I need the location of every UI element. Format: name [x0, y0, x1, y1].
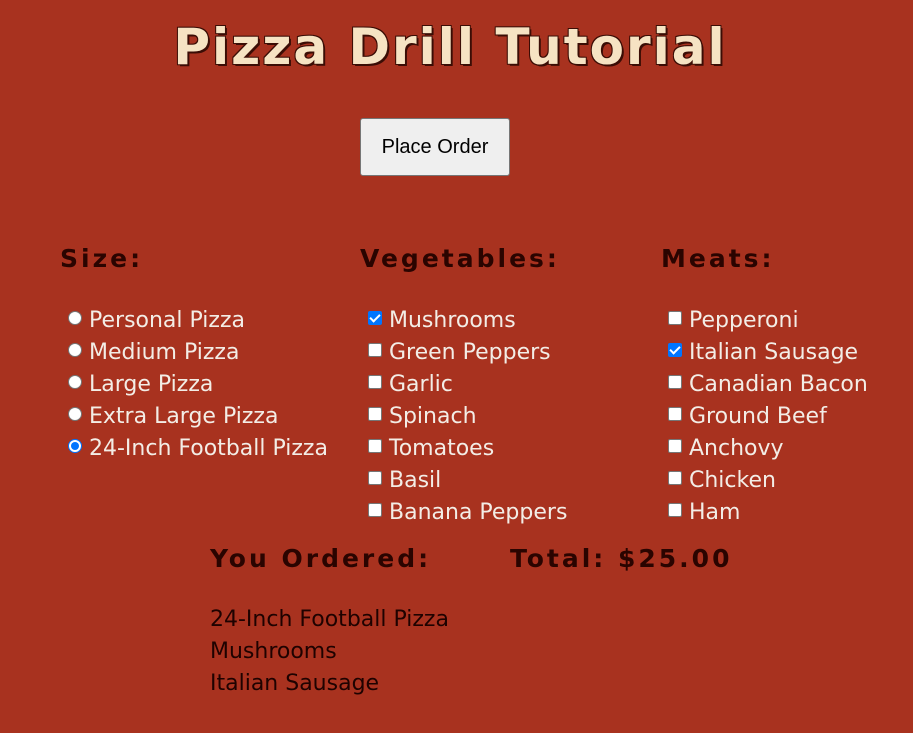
meat-option-label: Ham [689, 499, 741, 525]
checkbox[interactable] [368, 311, 382, 325]
size-option-label: Personal Pizza [89, 307, 245, 333]
ordered-items-list: 24-Inch Football Pizza Mushrooms Italian… [210, 604, 449, 700]
vegetable-option-label: Tomatoes [389, 435, 495, 461]
checkbox[interactable] [668, 375, 682, 389]
meat-option[interactable]: Pepperoni [668, 304, 868, 336]
meat-option-label: Ground Beef [689, 403, 827, 429]
meat-options: Pepperoni Italian Sausage Canadian Bacon… [668, 304, 868, 528]
vegetable-option[interactable]: Spinach [368, 400, 567, 432]
ordered-item: Mushrooms [210, 639, 337, 664]
size-option[interactable]: 24-Inch Football Pizza [68, 432, 328, 464]
radio-button[interactable] [68, 375, 82, 389]
size-options: Personal Pizza Medium Pizza Large Pizza … [68, 304, 328, 464]
checkbox[interactable] [368, 375, 382, 389]
checkbox[interactable] [368, 343, 382, 357]
size-option[interactable]: Extra Large Pizza [68, 400, 328, 432]
checkbox[interactable] [668, 503, 682, 517]
vegetable-option[interactable]: Basil [368, 464, 567, 496]
vegetable-option[interactable]: Green Peppers [368, 336, 567, 368]
meat-option[interactable]: Ham [668, 496, 868, 528]
vegetable-option-label: Green Peppers [389, 339, 551, 365]
radio-button[interactable] [68, 343, 82, 357]
checkbox[interactable] [668, 311, 682, 325]
checkbox[interactable] [368, 503, 382, 517]
size-option[interactable]: Personal Pizza [68, 304, 328, 336]
radio-button[interactable] [68, 311, 82, 325]
meat-option[interactable]: Chicken [668, 464, 868, 496]
vegetable-option-label: Garlic [389, 371, 453, 397]
meat-option[interactable]: Italian Sausage [668, 336, 868, 368]
you-ordered-heading: You Ordered: [210, 544, 432, 573]
vegetable-option[interactable]: Mushrooms [368, 304, 567, 336]
size-option-label: 24-Inch Football Pizza [89, 435, 328, 461]
radio-button[interactable] [68, 407, 82, 421]
radio-button[interactable] [68, 439, 82, 453]
place-order-button[interactable]: Place Order [360, 118, 510, 176]
meat-option-label: Chicken [689, 467, 776, 493]
vegetable-option[interactable]: Tomatoes [368, 432, 567, 464]
size-option-label: Large Pizza [89, 371, 214, 397]
size-option-label: Medium Pizza [89, 339, 240, 365]
vegetable-option-label: Basil [389, 467, 442, 493]
meat-option-label: Canadian Bacon [689, 371, 868, 397]
checkbox[interactable] [668, 439, 682, 453]
vegetable-option-label: Spinach [389, 403, 477, 429]
checkbox[interactable] [668, 471, 682, 485]
meat-option[interactable]: Anchovy [668, 432, 868, 464]
meat-option-label: Anchovy [689, 435, 784, 461]
checkbox[interactable] [668, 407, 682, 421]
vegetable-option[interactable]: Garlic [368, 368, 567, 400]
meat-option-label: Italian Sausage [689, 339, 859, 365]
size-option[interactable]: Medium Pizza [68, 336, 328, 368]
meat-option[interactable]: Ground Beef [668, 400, 868, 432]
checkbox[interactable] [668, 343, 682, 357]
checkbox[interactable] [368, 439, 382, 453]
size-heading: Size: [60, 244, 144, 273]
vegetable-options: Mushrooms Green Peppers Garlic Spinach T… [368, 304, 567, 528]
checkbox[interactable] [368, 407, 382, 421]
meat-option[interactable]: Canadian Bacon [668, 368, 868, 400]
ordered-item: Italian Sausage [210, 671, 380, 696]
vegetable-option-label: Mushrooms [389, 307, 516, 333]
meats-heading: Meats: [661, 244, 775, 273]
meat-option-label: Pepperoni [689, 307, 799, 333]
vegetable-option-label: Banana Peppers [389, 499, 568, 525]
ordered-item: 24-Inch Football Pizza [210, 607, 449, 632]
size-option[interactable]: Large Pizza [68, 368, 328, 400]
page-title: Pizza Drill Tutorial [173, 18, 727, 76]
size-option-label: Extra Large Pizza [89, 403, 279, 429]
vegetables-heading: Vegetables: [360, 244, 560, 273]
vegetable-option[interactable]: Banana Peppers [368, 496, 567, 528]
checkbox[interactable] [368, 471, 382, 485]
order-total: Total: $25.00 [510, 544, 733, 573]
